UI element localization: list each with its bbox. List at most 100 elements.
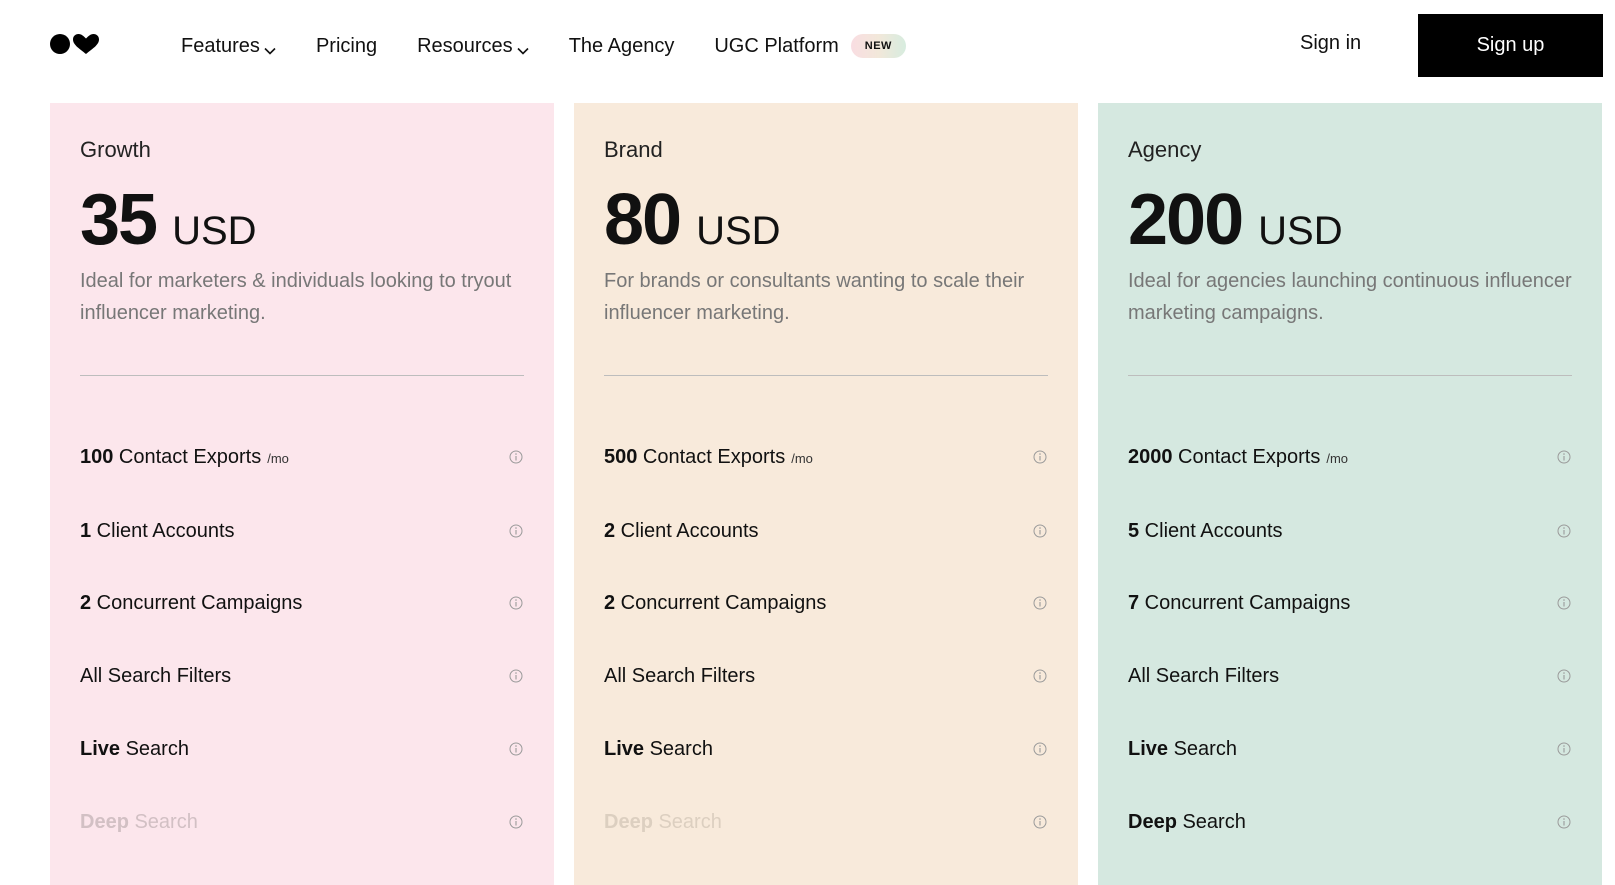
feature-label: Search [644, 737, 713, 760]
feature-text: Deep Search [80, 811, 198, 834]
feature-text: Live Search [80, 738, 189, 761]
feature-value: 500 [604, 445, 638, 468]
feature-row: Deep Search [80, 806, 524, 838]
info-circle-icon[interactable] [1032, 668, 1048, 684]
feature-value: 1 [80, 519, 92, 542]
plan-card-growth: Growth 35 USD Ideal for marketers & indi… [50, 103, 554, 885]
nav-resources[interactable]: Resources [417, 32, 529, 61]
info-circle-icon[interactable] [1556, 449, 1572, 465]
feature-value: 2 [80, 591, 92, 614]
feature-unit: /mo [267, 450, 289, 466]
feature-value: 2 [604, 591, 616, 614]
feature-row: 100 Contact Exports/mo [80, 441, 524, 473]
feature-text: Deep Search [604, 811, 722, 834]
feature-text: 100 Contact Exports/mo [80, 446, 289, 469]
feature-value: Deep [1128, 810, 1177, 833]
plan-card-brand: Brand 80 USD For brands or consultants w… [574, 103, 1078, 885]
feature-label: Search [652, 810, 722, 833]
feature-label: Contact Exports [637, 445, 786, 468]
plan-price: 35 USD [80, 179, 257, 261]
info-circle-icon[interactable] [1556, 595, 1572, 611]
nav-features[interactable]: Features [181, 32, 276, 61]
info-circle-icon[interactable] [508, 668, 524, 684]
plan-name: Brand [604, 137, 663, 162]
price-amount: 80 [604, 180, 682, 260]
feature-row: All Search Filters [604, 660, 1048, 692]
plan-description: Ideal for marketers & individuals lookin… [80, 270, 512, 324]
price-currency: USD [1258, 209, 1343, 253]
feature-text: 2 Concurrent Campaigns [80, 592, 302, 615]
info-circle-icon[interactable] [1032, 595, 1048, 611]
price-amount: 35 [80, 180, 158, 260]
sign-up-button[interactable]: Sign up [1418, 14, 1603, 77]
nav-pricing[interactable]: Pricing [316, 35, 377, 58]
divider [604, 375, 1048, 376]
feature-value: 2000 [1128, 445, 1173, 468]
feature-value: Deep [80, 810, 129, 833]
feature-label: All Search Filters [1128, 664, 1280, 687]
sign-in-link[interactable]: Sign in [1300, 32, 1361, 55]
feature-row: 2 Concurrent Campaigns [80, 587, 524, 619]
info-circle-icon[interactable] [1032, 449, 1048, 465]
chevron-down-icon [264, 38, 276, 61]
info-circle-icon[interactable] [1032, 814, 1048, 830]
feature-value: Live [604, 737, 645, 760]
feature-row: Live Search [80, 733, 524, 765]
feature-label: All Search Filters [604, 664, 756, 687]
logo-icon [50, 34, 99, 54]
feature-row: 2 Concurrent Campaigns [604, 587, 1048, 619]
info-circle-icon[interactable] [508, 523, 524, 539]
feature-value: 5 [1128, 519, 1140, 542]
feature-text: All Search Filters [1128, 665, 1279, 688]
chevron-down-icon [517, 38, 529, 61]
plan-name: Agency [1128, 137, 1202, 162]
feature-row: Live Search [1128, 733, 1572, 765]
info-circle-icon[interactable] [508, 595, 524, 611]
feature-text: Live Search [604, 738, 713, 761]
nav-resources-label: Resources [417, 34, 513, 57]
nav-the-agency-label: The Agency [568, 34, 675, 57]
feature-row: Live Search [604, 733, 1048, 765]
divider [80, 375, 524, 376]
nav-the-agency[interactable]: The Agency [569, 35, 675, 58]
feature-label: Contact Exports [1172, 445, 1321, 468]
feature-row: All Search Filters [1128, 660, 1572, 692]
info-circle-icon[interactable] [1556, 741, 1572, 757]
info-circle-icon[interactable] [508, 814, 524, 830]
feature-value: Live [80, 737, 121, 760]
feature-label: Client Accounts [615, 519, 759, 542]
feature-label: Search [120, 737, 189, 760]
feature-row: All Search Filters [80, 660, 524, 692]
info-circle-icon[interactable] [508, 449, 524, 465]
feature-label: Contact Exports [113, 445, 262, 468]
info-circle-icon[interactable] [1032, 523, 1048, 539]
feature-text: 5 Client Accounts [1128, 520, 1283, 543]
feature-label: Client Accounts [91, 519, 235, 542]
new-badge: NEW [850, 34, 906, 58]
info-circle-icon[interactable] [1556, 523, 1572, 539]
feature-unit: /mo [1326, 450, 1349, 466]
nav-features-label: Features [181, 34, 260, 57]
feature-text: Live Search [1128, 738, 1237, 761]
info-circle-icon[interactable] [1556, 814, 1572, 830]
feature-label: Search [1168, 737, 1237, 760]
info-circle-icon[interactable] [508, 741, 524, 757]
feature-label: Search [1176, 810, 1246, 833]
nav-ugc-platform[interactable]: UGC Platform NEW [714, 34, 906, 58]
info-circle-icon[interactable] [1556, 668, 1572, 684]
feature-label: Concurrent Campaigns [615, 591, 827, 614]
feature-row: 5 Client Accounts [1128, 515, 1572, 547]
feature-label: Concurrent Campaigns [1139, 591, 1351, 614]
feature-text: All Search Filters [80, 665, 231, 688]
info-circle-icon[interactable] [1032, 741, 1048, 757]
feature-text: 2 Client Accounts [604, 520, 759, 543]
feature-row: Deep Search [604, 806, 1048, 838]
feature-text: Deep Search [1128, 811, 1246, 834]
plan-price: 200 USD [1128, 179, 1343, 261]
plan-description: Ideal for agencies launching continuous … [1128, 270, 1572, 324]
feature-text: 2000 Contact Exports/mo [1128, 446, 1348, 469]
heart-dot-logo[interactable] [50, 33, 100, 55]
feature-text: 1 Client Accounts [80, 520, 235, 543]
feature-row: 500 Contact Exports/mo [604, 441, 1048, 473]
feature-text: 2 Concurrent Campaigns [604, 592, 826, 615]
